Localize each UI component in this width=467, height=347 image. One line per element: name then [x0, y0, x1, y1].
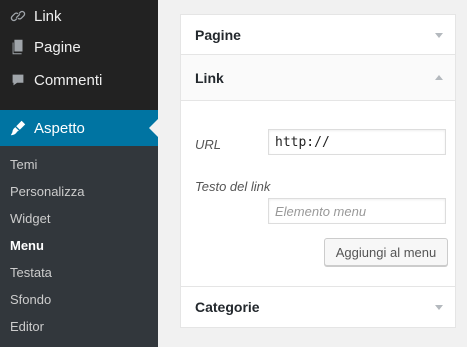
sidebar-item-pages[interactable]: Pagine — [0, 33, 158, 61]
submenu-item-widget[interactable]: Widget — [10, 211, 50, 226]
submenu-item-temi[interactable]: Temi — [10, 157, 37, 172]
link-text-input[interactable]: Elemento menu — [268, 198, 446, 224]
sidebar-item-label: Pagine — [34, 38, 81, 56]
accordion-section-link[interactable]: Link — [181, 55, 455, 101]
sidebar-item-link[interactable]: Link — [0, 2, 158, 30]
submenu-item-personalizza[interactable]: Personalizza — [10, 184, 84, 199]
link-text-label: Testo del link — [195, 179, 271, 194]
section-title: Link — [195, 69, 224, 86]
comments-icon — [8, 70, 28, 90]
admin-sidebar: Link Pagine Commenti Aspetto Temi Person… — [0, 0, 158, 347]
chevron-up-icon — [435, 74, 443, 80]
submenu-item-menu[interactable]: Menu — [10, 238, 44, 253]
submenu-item-editor[interactable]: Editor — [10, 319, 44, 334]
chevron-down-icon — [435, 305, 443, 310]
active-indicator-arrow — [149, 119, 158, 137]
pages-icon — [8, 37, 28, 57]
appearance-brush-icon — [8, 118, 28, 138]
appearance-submenu: Temi Personalizza Widget Menu Testata Sf… — [0, 146, 158, 347]
url-label: URL — [195, 137, 222, 152]
accordion-section-categorie[interactable]: Categorie — [181, 286, 455, 327]
accordion-section-pagine[interactable]: Pagine — [181, 15, 455, 55]
section-title: Categorie — [195, 299, 260, 315]
sidebar-item-label: Commenti — [34, 71, 103, 89]
menu-items-accordion: Pagine Link URL http:// Testo del link E… — [180, 14, 456, 328]
section-title: Pagine — [195, 26, 241, 43]
add-to-menu-button[interactable]: Aggiungi al menu — [324, 238, 448, 266]
submenu-item-sfondo[interactable]: Sfondo — [10, 292, 51, 307]
sidebar-item-appearance[interactable]: Aspetto — [0, 110, 158, 146]
sidebar-item-label: Aspetto — [34, 119, 85, 137]
url-input[interactable]: http:// — [268, 129, 446, 155]
link-icon — [8, 6, 28, 26]
sidebar-item-comments[interactable]: Commenti — [0, 66, 158, 94]
sidebar-item-label: Link — [34, 7, 62, 25]
submenu-item-testata[interactable]: Testata — [10, 265, 52, 280]
chevron-down-icon — [435, 32, 443, 38]
